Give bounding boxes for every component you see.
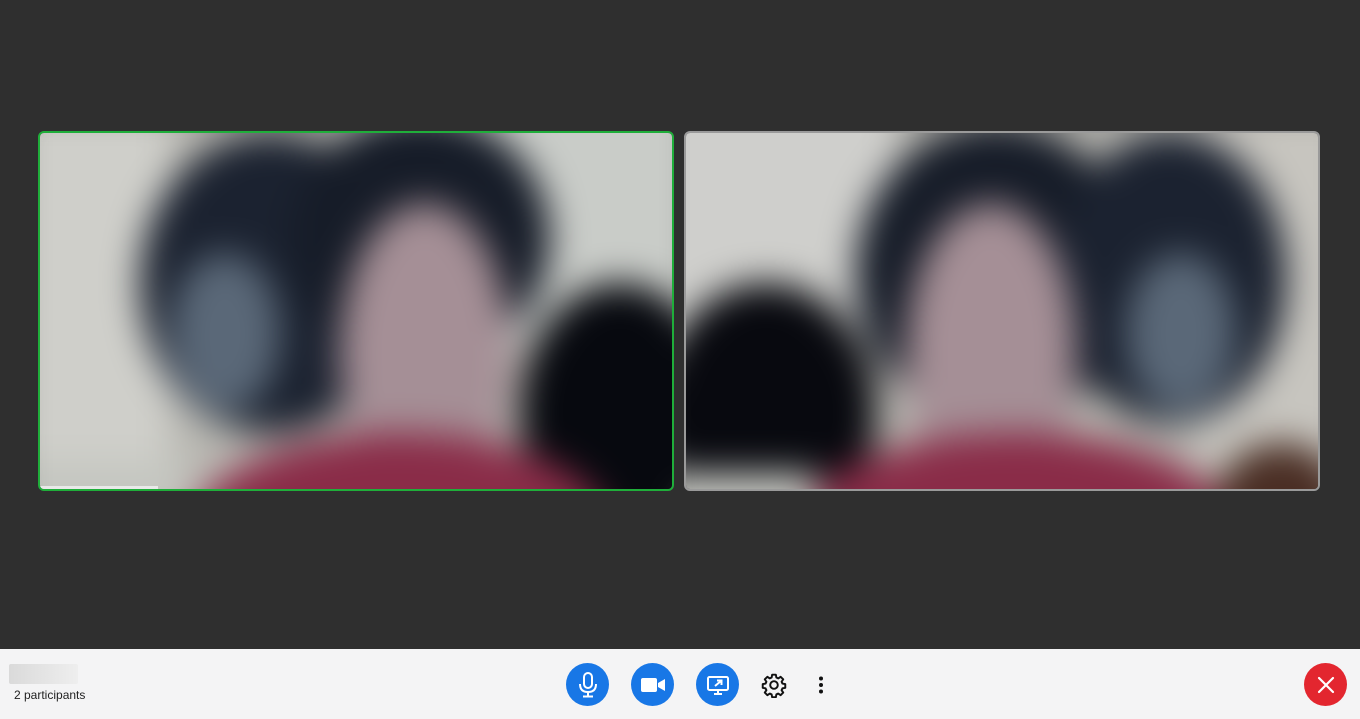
gear-icon xyxy=(761,672,787,698)
participant-video-feed xyxy=(40,133,672,489)
participant-name-bar xyxy=(40,486,158,489)
camera-button[interactable] xyxy=(631,663,674,706)
screen-share-icon xyxy=(706,674,730,696)
close-icon xyxy=(1317,676,1335,694)
participant-tile-active-speaker[interactable] xyxy=(38,131,674,491)
participant-video-feed xyxy=(686,133,1318,489)
screen-share-button[interactable] xyxy=(696,663,739,706)
participant-count: 2 participants xyxy=(14,688,86,702)
local-user-name-placeholder xyxy=(9,664,78,684)
more-options-button[interactable] xyxy=(805,663,837,706)
microphone-icon xyxy=(577,671,599,698)
meeting-toolbar: 2 participants xyxy=(0,649,1360,719)
microphone-button[interactable] xyxy=(566,663,609,706)
settings-button[interactable] xyxy=(758,663,790,706)
participant-tile[interactable] xyxy=(684,131,1320,491)
more-vertical-icon xyxy=(818,676,824,694)
leave-call-button[interactable] xyxy=(1304,663,1347,706)
video-camera-icon xyxy=(640,676,666,694)
video-stage xyxy=(0,0,1360,649)
